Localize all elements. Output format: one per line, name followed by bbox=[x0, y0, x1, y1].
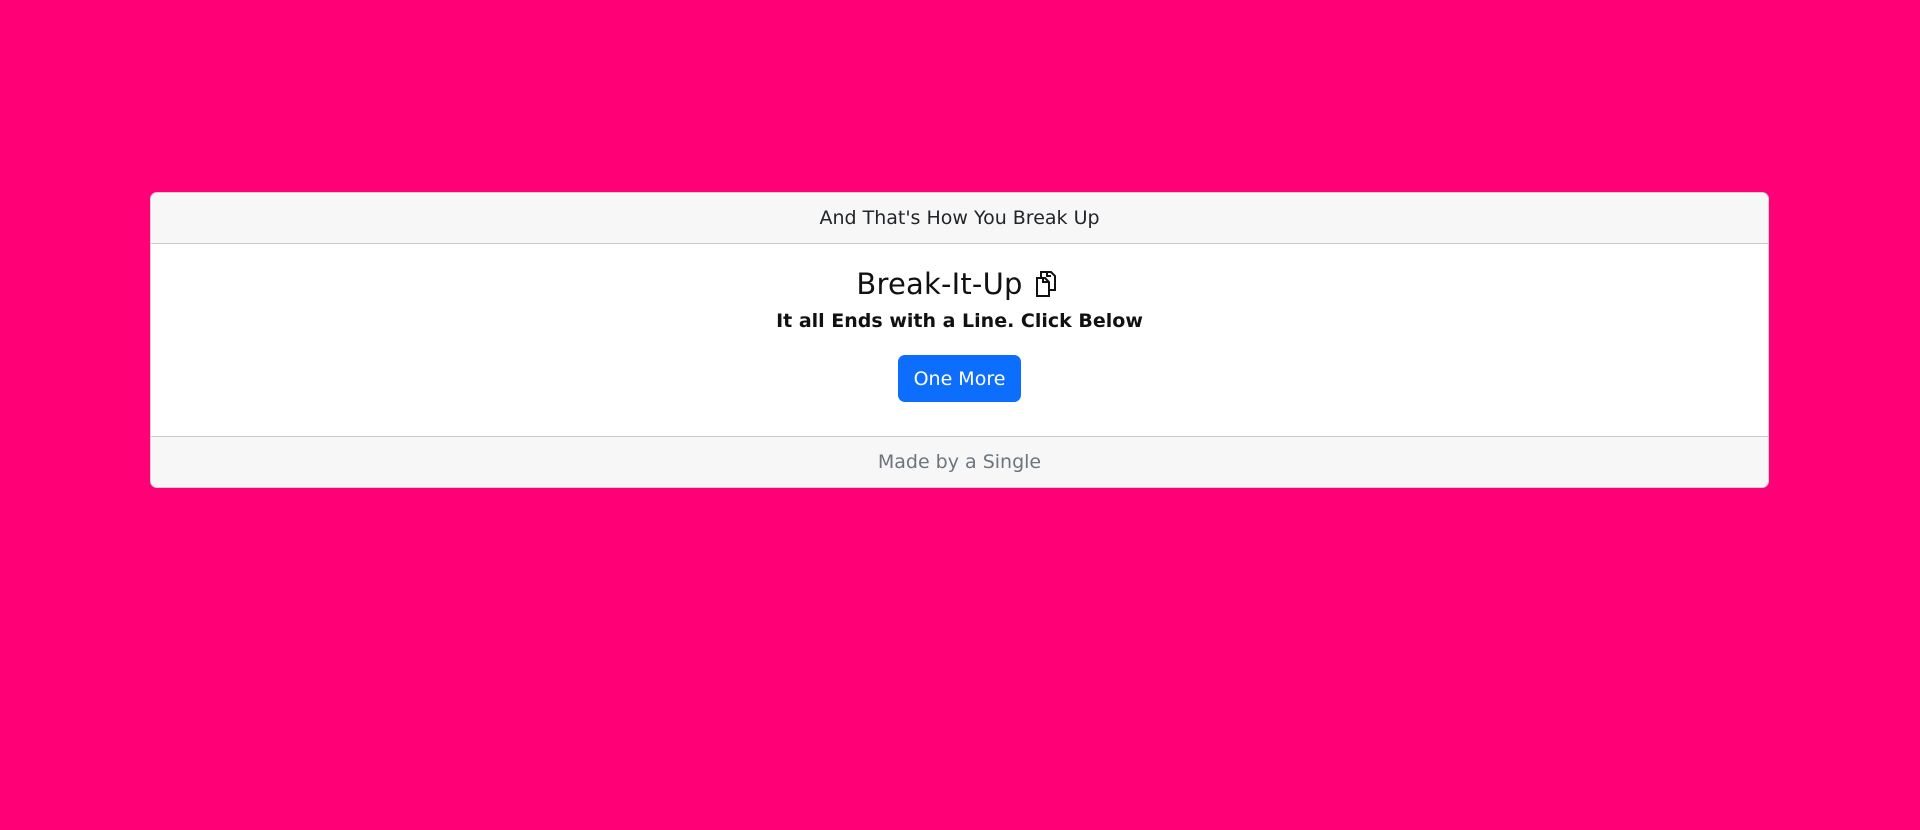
break-up-card: And That's How You Break Up Break-It-Up … bbox=[150, 192, 1769, 488]
card-header: And That's How You Break Up bbox=[151, 193, 1768, 244]
one-more-button[interactable]: One More bbox=[897, 355, 1022, 402]
card-title: Break-It-Up bbox=[856, 267, 1023, 301]
card-footer-text: Made by a Single bbox=[877, 451, 1042, 473]
card-subtitle: It all Ends with a Line. Click Below bbox=[776, 310, 1143, 332]
card-body: Break-It-Up It all Ends with a Line. Cli… bbox=[151, 244, 1768, 436]
title-row: Break-It-Up bbox=[856, 264, 1062, 304]
copy-icon bbox=[1031, 268, 1063, 300]
card-header-text: And That's How You Break Up bbox=[819, 207, 1100, 229]
card-footer: Made by a Single bbox=[151, 436, 1768, 487]
